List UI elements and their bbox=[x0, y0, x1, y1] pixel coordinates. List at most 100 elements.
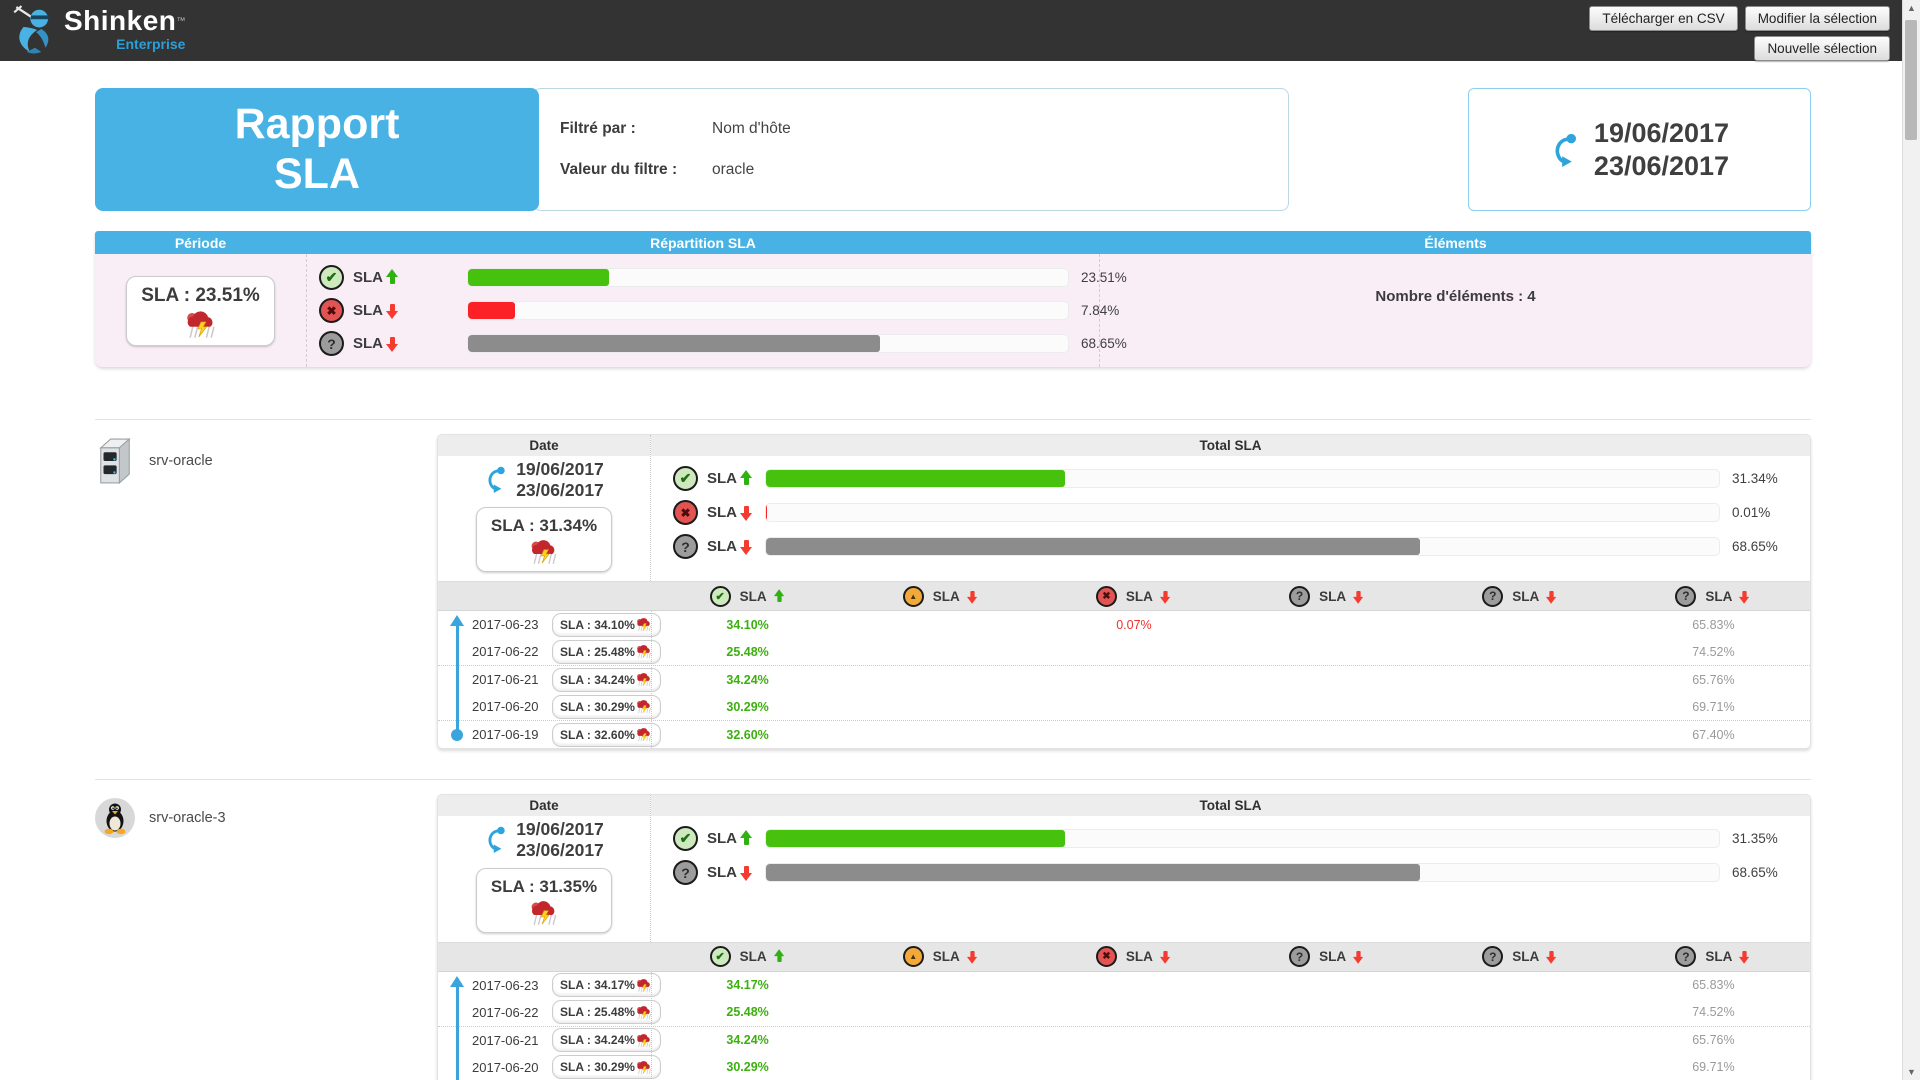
status-icon bbox=[1289, 946, 1310, 967]
storm-weather-icon bbox=[635, 672, 653, 687]
cell-sla-warning bbox=[844, 978, 1037, 992]
row-date: 2017-06-22 bbox=[472, 644, 552, 659]
shinken-brand[interactable]: Shinken™ Enterprise bbox=[10, 4, 185, 54]
date-range-arrow-icon bbox=[484, 826, 508, 853]
sla-label: SLA bbox=[1512, 589, 1539, 604]
cell-sla-critical bbox=[1037, 673, 1230, 687]
sla-bar-percentage: 0.01% bbox=[1732, 505, 1810, 520]
status-icon bbox=[1482, 586, 1503, 607]
trend-arrow-icon bbox=[740, 538, 753, 555]
cell-sla-unknown-1 bbox=[1231, 645, 1424, 659]
cell-sla-unknown-2 bbox=[1424, 1060, 1617, 1074]
sla-label: SLA bbox=[1705, 949, 1732, 964]
storm-weather-icon bbox=[635, 699, 653, 714]
host-section-srv-oracle: srv-oracle Date 19/06/2017 23/06/2017 SL… bbox=[95, 419, 1811, 749]
scrollbar-thumb[interactable] bbox=[1905, 20, 1917, 140]
cell-sla-unknown-1 bbox=[1231, 1060, 1424, 1074]
trend-arrow-icon bbox=[740, 504, 753, 521]
cell-sla-warning bbox=[844, 645, 1037, 659]
cell-sla-unknown-2 bbox=[1424, 978, 1617, 992]
cell-sla-unknown-3: 65.83% bbox=[1617, 618, 1810, 632]
status-icon bbox=[673, 500, 698, 525]
sla-bar-percentage: 68.65% bbox=[1732, 539, 1810, 554]
modify-selection-button[interactable]: Modifier la sélection bbox=[1745, 6, 1890, 31]
sla-bar bbox=[765, 537, 1720, 556]
trend-arrow-icon bbox=[1160, 589, 1171, 603]
host-name: srv-oracle-3 bbox=[149, 810, 226, 826]
trend-arrow-icon bbox=[1546, 949, 1557, 963]
table-row: 2017-06-22 SLA : 25.48% 25.48% bbox=[438, 999, 1810, 1027]
cell-sla-unknown-3: 74.52% bbox=[1617, 1005, 1810, 1019]
row-date: 2017-06-20 bbox=[472, 1060, 552, 1075]
sla-label: SLA bbox=[1319, 589, 1346, 604]
cell-sla-unknown-2 bbox=[1424, 1033, 1617, 1047]
sla-label: SLA bbox=[353, 269, 383, 286]
row-values: 25.48% 74.52% bbox=[651, 645, 1810, 659]
host-sla-panel: Date 19/06/2017 23/06/2017 SLA : 31.34% bbox=[437, 434, 1811, 749]
server-icon bbox=[95, 438, 135, 484]
cell-sla-critical bbox=[1037, 978, 1230, 992]
table-column-header: SLA bbox=[844, 586, 1037, 607]
sla-label: SLA bbox=[1512, 949, 1539, 964]
repartition-column: SLA 23.51% SLA 7.84% SLA bbox=[306, 254, 1100, 367]
brand-subtitle: Enterprise bbox=[116, 37, 185, 51]
table-column-header: SLA bbox=[651, 946, 844, 967]
date-column-header: Date bbox=[438, 795, 650, 816]
trend-arrow-icon bbox=[1353, 949, 1364, 963]
report-title-line1: Rapport bbox=[235, 100, 400, 149]
storm-weather-icon bbox=[635, 1005, 653, 1020]
sla-label: SLA bbox=[707, 504, 737, 521]
cell-sla-critical bbox=[1037, 1060, 1230, 1074]
cell-sla-unknown-3: 65.76% bbox=[1617, 1033, 1810, 1047]
scroll-down-arrow-icon[interactable]: ▼ bbox=[1903, 1064, 1920, 1080]
linux-tux-icon bbox=[95, 798, 135, 838]
sla-label: SLA bbox=[740, 589, 767, 604]
sla-bar bbox=[467, 301, 1069, 320]
row-values: 32.60% 67.40% bbox=[651, 728, 1810, 742]
host-sla-panel: Date 19/06/2017 23/06/2017 SLA : 31.35% bbox=[437, 794, 1811, 1080]
row-values: 25.48% 74.52% bbox=[651, 1005, 1810, 1019]
vertical-scrollbar[interactable]: ▲ ▼ bbox=[1902, 0, 1920, 1080]
host-sla-badge: SLA : 31.34% bbox=[476, 507, 612, 572]
row-date: 2017-06-21 bbox=[472, 1033, 552, 1048]
row-values: 34.10% 0.07% 65.83% bbox=[651, 618, 1810, 632]
sla-distribution-row: SLA 23.51% bbox=[307, 265, 1099, 290]
table-row: 2017-06-23 SLA : 34.10% 34.10% 0.07% bbox=[438, 611, 1810, 638]
daily-sla-chip: SLA : 30.29% bbox=[552, 1055, 661, 1079]
scroll-up-arrow-icon[interactable]: ▲ bbox=[1903, 0, 1920, 16]
row-values: 30.29% 69.71% bbox=[651, 1060, 1810, 1074]
trend-arrow-icon bbox=[774, 949, 785, 963]
status-icon bbox=[319, 298, 344, 323]
trend-arrow-icon bbox=[740, 830, 753, 847]
download-csv-button[interactable]: Télécharger en CSV bbox=[1589, 6, 1737, 31]
sla-label: SLA bbox=[1126, 949, 1153, 964]
new-selection-button[interactable]: Nouvelle sélection bbox=[1754, 36, 1890, 61]
table-column-header: SLA bbox=[1037, 586, 1230, 607]
status-icon bbox=[1482, 946, 1503, 967]
daily-table-header: SLA SLA SLA SLA bbox=[438, 942, 1810, 972]
total-sla-header: Total SLA bbox=[651, 435, 1810, 456]
sla-label: SLA bbox=[1705, 589, 1732, 604]
trend-arrow-icon bbox=[967, 949, 978, 963]
table-column-header: SLA bbox=[1037, 946, 1230, 967]
status-icon bbox=[673, 826, 698, 851]
sla-bar bbox=[467, 334, 1069, 353]
status-icon bbox=[673, 534, 698, 559]
cell-sla-critical bbox=[1037, 728, 1230, 742]
timeline-arrow-icon bbox=[450, 977, 465, 1080]
host-date-column: Date 19/06/2017 23/06/2017 SLA : 31.35% bbox=[438, 795, 651, 941]
cell-sla-unknown-1 bbox=[1231, 618, 1424, 632]
trend-arrow-icon bbox=[740, 470, 753, 487]
row-date: 2017-06-19 bbox=[472, 727, 552, 742]
cell-sla-unknown-1 bbox=[1231, 1033, 1424, 1047]
sla-label: SLA bbox=[1126, 589, 1153, 604]
elements-count: Nombre d'éléments : 4 bbox=[1375, 288, 1535, 305]
row-values: 30.29% 69.71% bbox=[651, 700, 1810, 714]
sla-bar-percentage: 31.35% bbox=[1732, 831, 1810, 846]
table-column-header: SLA bbox=[1231, 946, 1424, 967]
status-icon bbox=[1289, 586, 1310, 607]
row-date: 2017-06-21 bbox=[472, 672, 552, 687]
host-date-column: Date 19/06/2017 23/06/2017 SLA : 31.34% bbox=[438, 435, 651, 581]
date-range-arrow-icon bbox=[484, 466, 508, 493]
cell-sla-ok: 34.24% bbox=[651, 673, 844, 687]
